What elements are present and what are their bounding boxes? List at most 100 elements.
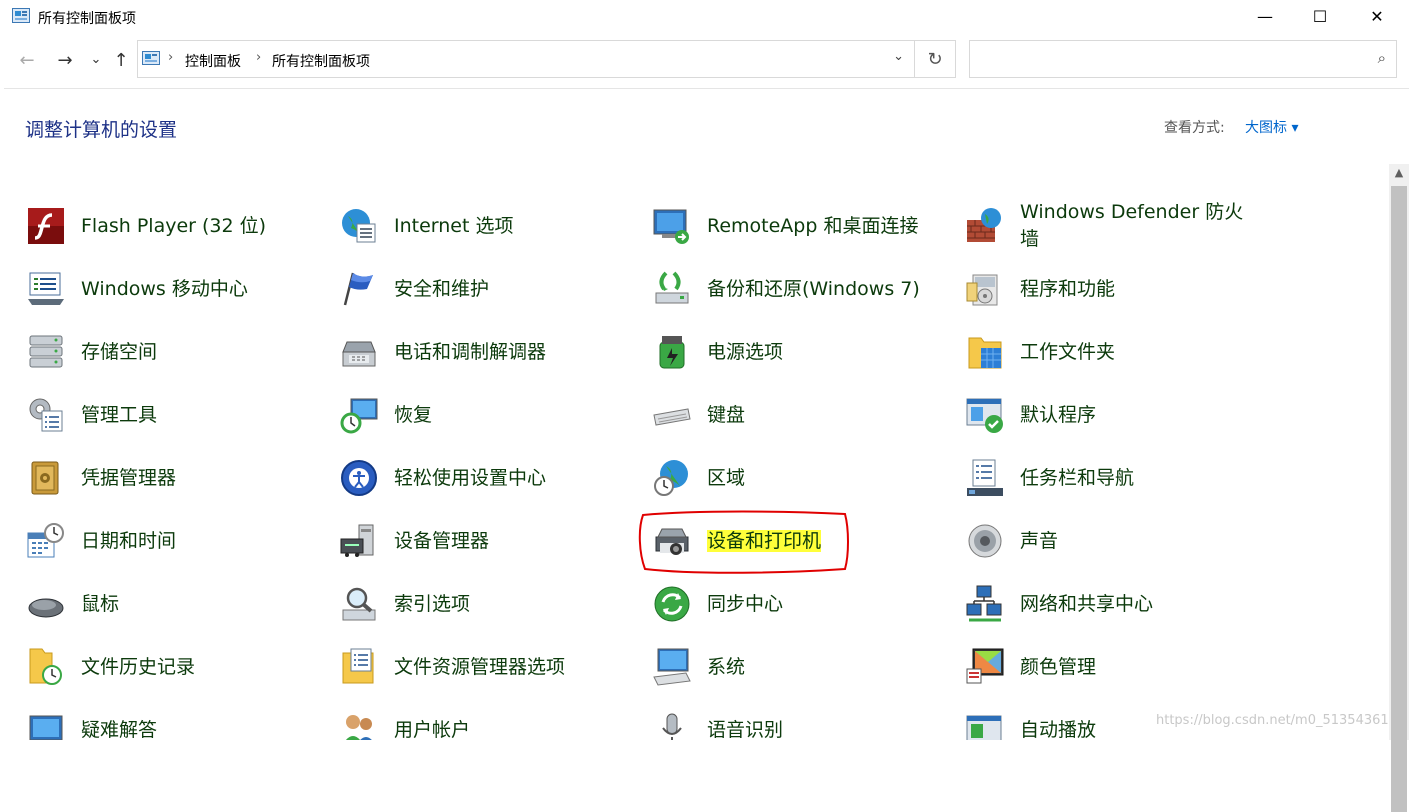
item-speech-recognition[interactable]: 语音识别 (642, 701, 952, 740)
close-button[interactable]: ✕ (1352, 0, 1402, 32)
item-recovery[interactable]: 恢复 (329, 386, 639, 446)
work-folders-icon (968, 337, 1002, 369)
item-label: 日期和时间 (81, 530, 177, 552)
item-remoteapp[interactable]: RemoteApp 和桌面连接 (642, 197, 952, 257)
item-label: 设备管理器 (394, 530, 490, 552)
item-label: 任务栏和导航 (1020, 467, 1135, 489)
item-keyboard[interactable]: 键盘 (642, 386, 952, 446)
item-power[interactable]: 电源选项 (642, 323, 952, 383)
item-troubleshooting[interactable]: 疑难解答 (16, 701, 326, 740)
scroll-thumb[interactable] (1391, 186, 1407, 812)
item-phone-modem[interactable]: 电话和调制解调器 (329, 323, 639, 383)
network-icon (966, 585, 1002, 622)
window-title: 所有控制面板项 (38, 11, 136, 27)
view-by-dropdown[interactable]: 大图标 ▾ (1245, 117, 1298, 137)
item-backup[interactable]: 备份和还原(Windows 7) (642, 260, 952, 320)
maximize-button[interactable]: ☐ (1295, 0, 1345, 32)
control-panel-icon (12, 8, 30, 23)
breadcrumb-all-items[interactable]: 所有控制面板项 (272, 51, 370, 71)
region-icon (654, 460, 688, 496)
item-admin-tools[interactable]: 管理工具 (16, 386, 326, 446)
search-icon[interactable]: ⌕ (1378, 49, 1386, 67)
item-label: Flash Player (32 位) (81, 215, 267, 237)
item-mouse[interactable]: 鼠标 (16, 575, 326, 635)
search-input[interactable]: ⌕ (969, 40, 1397, 78)
item-label: 用户帐户 (394, 719, 471, 740)
security-flag-icon (343, 272, 373, 306)
phone-modem-icon (342, 341, 376, 367)
item-internet-options[interactable]: Internet 选项 (329, 197, 639, 257)
sync-icon (654, 586, 690, 622)
item-label: 管理工具 (81, 404, 158, 426)
item-indexing[interactable]: 索引选项 (329, 575, 639, 635)
item-taskbar[interactable]: 任务栏和导航 (955, 449, 1265, 509)
item-system[interactable]: 系统 (642, 638, 952, 698)
vertical-scrollbar[interactable]: ▲ (1389, 164, 1409, 812)
item-label: 自动播放 (1020, 719, 1097, 740)
back-button[interactable]: ← (15, 50, 39, 71)
item-label: 凭据管理器 (81, 467, 177, 489)
file-history-icon (29, 648, 62, 685)
item-sound[interactable]: 声音 (955, 512, 1265, 572)
item-label: 系统 (707, 656, 746, 678)
item-label: 存储空间 (81, 341, 158, 363)
device-manager-icon (340, 524, 374, 557)
item-network-sharing[interactable]: 网络和共享中心 (955, 575, 1265, 635)
item-default-programs[interactable]: 默认程序 (955, 386, 1265, 446)
address-bar[interactable]: › 控制面板 › 所有控制面板项 ⌄ (137, 40, 915, 78)
view-by-label: 查看方式: (1164, 120, 1225, 136)
storage-icon (29, 335, 63, 368)
item-label: 工作文件夹 (1020, 341, 1116, 363)
refresh-button[interactable]: ↻ (915, 40, 956, 78)
item-work-folders[interactable]: 工作文件夹 (955, 323, 1265, 383)
mouse-icon (28, 598, 64, 618)
item-firewall[interactable]: Windows Defender 防火墙 (955, 197, 1265, 257)
item-file-history[interactable]: 文件历史记录 (16, 638, 326, 698)
internet-options-icon (342, 209, 376, 243)
item-label: 电话和调制解调器 (394, 341, 547, 363)
mobility-center-icon (28, 272, 64, 305)
item-label: 安全和维护 (394, 278, 490, 300)
item-label: 电源选项 (707, 341, 784, 363)
item-flash-player[interactable]: Flash Player (32 位) (16, 197, 326, 257)
recovery-icon (340, 398, 378, 434)
sound-icon (968, 524, 1002, 558)
item-sync-center[interactable]: 同步中心 (642, 575, 952, 635)
item-explorer-options[interactable]: 文件资源管理器选项 (329, 638, 639, 698)
forward-button[interactable]: → (53, 50, 77, 71)
system-icon (653, 648, 691, 686)
scroll-up-arrow-icon[interactable]: ▲ (1389, 166, 1409, 184)
programs-icon (966, 274, 998, 306)
admin-tools-icon (29, 398, 63, 432)
item-ease-of-access[interactable]: 轻松使用设置中心 (329, 449, 639, 509)
item-label: 声音 (1020, 530, 1059, 552)
item-security-maintenance[interactable]: 安全和维护 (329, 260, 639, 320)
power-icon (659, 336, 685, 369)
item-user-accounts[interactable]: 用户帐户 (329, 701, 639, 740)
item-label: 轻松使用设置中心 (394, 467, 547, 489)
recent-locations-button[interactable]: ⌄ (84, 52, 108, 67)
minimize-button[interactable]: — (1240, 0, 1290, 32)
breadcrumb-control-panel[interactable]: 控制面板 (185, 51, 241, 71)
item-storage-spaces[interactable]: 存储空间 (16, 323, 326, 383)
flash-player-icon (28, 208, 64, 244)
item-label: 键盘 (707, 404, 746, 426)
up-button[interactable]: ↑ (109, 50, 133, 71)
control-panel-icon (142, 51, 160, 65)
chevron-down-icon[interactable]: ⌄ (893, 49, 904, 64)
item-programs[interactable]: 程序和功能 (955, 260, 1265, 320)
breadcrumb-separator[interactable]: › (256, 50, 261, 65)
ease-of-access-icon (341, 460, 377, 496)
breadcrumb-separator[interactable]: › (168, 50, 173, 65)
explorer-options-icon (342, 648, 374, 684)
item-date-time[interactable]: 日期和时间 (16, 512, 326, 572)
item-label: 备份和还原(Windows 7) (707, 278, 920, 300)
item-credential-manager[interactable]: 凭据管理器 (16, 449, 326, 509)
item-region[interactable]: 区域 (642, 449, 952, 509)
item-device-manager[interactable]: 设备管理器 (329, 512, 639, 572)
item-label: 文件资源管理器选项 (394, 656, 566, 678)
item-mobility-center[interactable]: Windows 移动中心 (16, 260, 326, 320)
item-label: 疑难解答 (81, 719, 158, 740)
remoteapp-icon (653, 209, 689, 244)
item-color-management[interactable]: 颜色管理 (955, 638, 1265, 698)
